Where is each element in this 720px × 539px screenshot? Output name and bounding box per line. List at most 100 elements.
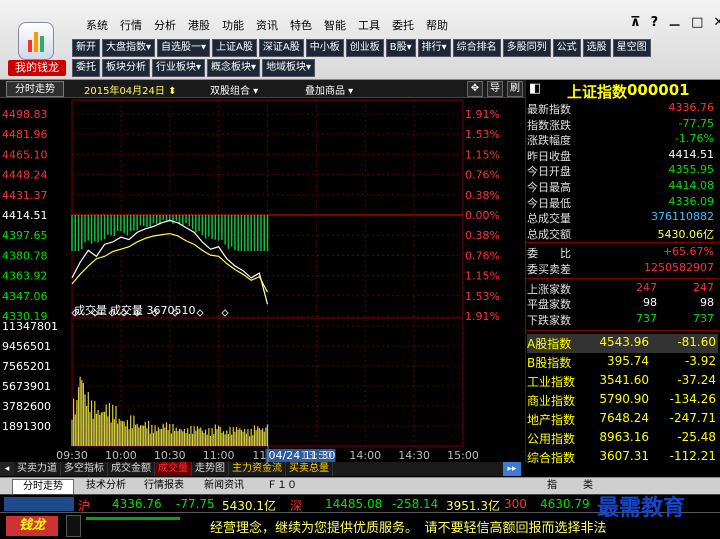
guide-icon[interactable]: 导 [487,81,503,97]
subtab-1[interactable]: 多空指标 [61,462,108,476]
index-row-price: 7648.24 [599,411,649,426]
menu-item-1[interactable]: 行情 [120,17,142,33]
toolbar-row1-button-13[interactable]: 星空图 [612,39,651,57]
toolbar-row1-button-9[interactable]: 综合排名 [452,39,501,57]
percent-axis-label: 1.91% [465,108,500,121]
volume-axis-label: 11347801 [2,320,58,333]
menu-item-3[interactable]: 港股 [188,17,210,33]
x-tick-label: 10:00 [105,449,137,462]
intraday-chart[interactable]: 4498.83 1.91% 4481.96 1.53% 4465.10 1.15% 4448… [0,98,525,462]
subtab-3[interactable]: 成交量 [155,462,192,476]
indicator-tabs: 买卖力道 多空指标 成交金额 成交量 走势图 主力资金流 买卖总量 [14,462,520,476]
breadth-row-1: 平盘家数 98 98 [527,296,716,312]
help-icon[interactable]: ? [651,15,659,34]
subtab-2[interactable]: 成交金额 [108,462,155,476]
quote-value: -77.75 [678,116,714,130]
index-row-0[interactable]: A股指数 4543.96 -81.60 [527,334,718,354]
index-row-3[interactable]: 商业指数 5790.90 -134.26 [527,391,718,410]
percent-axis-label: 1.53% [465,128,500,141]
tab-intraday[interactable]: 分时走势 [6,81,64,97]
sh-price: 4336.76 [112,497,162,511]
toolbar-row2-button-3[interactable]: 概念板块▾ [207,59,261,77]
collapse-icon[interactable]: ⊼ [630,15,641,34]
menu-item-9[interactable]: 委托 [392,17,414,33]
scroll-left-icon[interactable]: ◂ [0,462,14,476]
expand-icon[interactable]: ▸▸ [503,462,521,476]
dual-stock-combo-dropdown[interactable]: 双股组合 ▾ [210,82,258,97]
toolbar-row2-button-1[interactable]: 板块分析 [102,59,150,77]
index-name: 上证指数 [567,83,628,101]
bottom-tab-4[interactable]: Ｆ１０ [256,479,308,493]
index-row-5[interactable]: 公用指数 8963.16 -25.48 [527,429,718,448]
brand-logo[interactable]: 我的钱龙 [8,18,66,78]
move-icon[interactable]: ✥ [467,81,483,97]
menu-item-8[interactable]: 工具 [358,17,380,33]
toolbar-row1-button-1[interactable]: 大盘指数▾ [102,39,156,57]
date-selector[interactable]: 2015年04月24日 ⬍ [84,82,176,97]
quote-row-6: 今日最低 4336.09 [527,195,716,211]
toolbar-row1-button-3[interactable]: 上证A股 [212,39,257,57]
quote-row-8: 总成交额 5430.06亿 [527,226,716,242]
toolbar-row2-button-2[interactable]: 行业板块▾ [152,59,206,77]
percent-axis-label: 0.38% [465,189,500,202]
minimize-icon[interactable]: － [668,15,681,34]
toolbar-row1-button-10[interactable]: 多股同列 [502,39,551,57]
toolbar-row1-button-12[interactable]: 选股 [582,39,611,57]
status-logo: 钱龙 [6,516,58,536]
bottom-tab-1[interactable]: 技术分析 [78,479,134,493]
toolbar-row2-button-4[interactable]: 地域板块▾ [262,59,316,77]
menu-item-0[interactable]: 系统 [86,17,108,33]
quote-label: 今日最高 [527,181,571,194]
index-row-1[interactable]: B股指数 395.74 -3.92 [527,353,718,372]
bottom-tab-2[interactable]: 行情报表 [136,479,192,493]
overlay-goods-dropdown[interactable]: 叠加商品 ▾ [305,82,353,97]
subtab-5[interactable]: 主力资金流 [229,462,286,476]
bottom-tab-5[interactable]: 指 [538,479,566,493]
quote-value: 4355.95 [668,163,715,177]
close-icon[interactable]: ✕ [713,15,720,34]
menu-item-7[interactable]: 智能 [324,17,346,33]
subtab-6[interactable]: 买卖总量 [286,462,333,476]
refresh-icon[interactable]: 刷 [507,81,523,97]
index-row-name: 公用指数 [527,432,576,447]
price-axis-label: 4431.37 [2,189,48,202]
quote-panel-title: ◧ 上证指数 000001 [527,81,718,101]
menu-item-5[interactable]: 资讯 [256,17,278,33]
menu-item-6[interactable]: 特色 [290,17,312,33]
x-tick-label: 13:30 [301,449,333,462]
bottom-tab-0[interactable]: 分时走势 [12,479,74,495]
index-row-6[interactable]: 综合指数 3607.31 -112.21 [527,448,718,467]
volume-axis-label: 7565201 [2,360,51,373]
toolbar-row1-button-5[interactable]: 中小板 [305,39,344,57]
quote-label: 总成交额 [527,227,571,241]
volume-axis-label: 1891300 [2,420,51,433]
sz-change: -258.14 [392,497,439,511]
watermark-logo: 最需教育 [597,495,686,521]
maximize-icon[interactable]: □ [691,15,703,34]
toolbar-row1-button-7[interactable]: B股▾ [385,39,416,57]
menu-item-4[interactable]: 功能 [222,17,244,33]
index-row-4[interactable]: 地产指数 7648.24 -247.71 [527,410,718,429]
index-row-2[interactable]: 工业指数 3541.60 -37.24 [527,372,718,391]
toolbar-row1-button-8[interactable]: 排行▾ [417,39,451,57]
toolbar-row1-button-0[interactable]: 新开 [72,39,100,57]
quote-row-1: 指数涨跌 -77.75 [527,117,716,133]
toolbar-row1-button-4[interactable]: 深证A股 [258,39,304,57]
menu-item-2[interactable]: 分析 [154,17,176,33]
quote-row-7: 总成交量 376110882 [527,210,716,226]
toolbar-row1-button-2[interactable]: 自选股一▾ [157,39,211,57]
index-row-change: -134.26 [669,392,716,407]
x-tick-label: 14:30 [398,449,430,462]
toolbar-row1-button-11[interactable]: 公式 [552,39,581,57]
subtab-4[interactable]: 走势图 [192,462,229,476]
index-row-price: 3541.60 [599,373,649,388]
index-row-name: A股指数 [527,337,572,352]
ratio-row-1: 委买卖差 1250582907 [527,261,716,277]
toolbar-row1-button-6[interactable]: 创业板 [345,39,384,57]
menu-item-10[interactable]: 帮助 [426,17,448,33]
panel-separator [526,277,719,279]
toolbar-row2-button-0[interactable]: 委托 [72,59,100,77]
bottom-tab-3[interactable]: 新闻资讯 [196,479,252,493]
subtab-0[interactable]: 买卖力道 [14,462,61,476]
quote-value: 4414.08 [668,179,715,192]
